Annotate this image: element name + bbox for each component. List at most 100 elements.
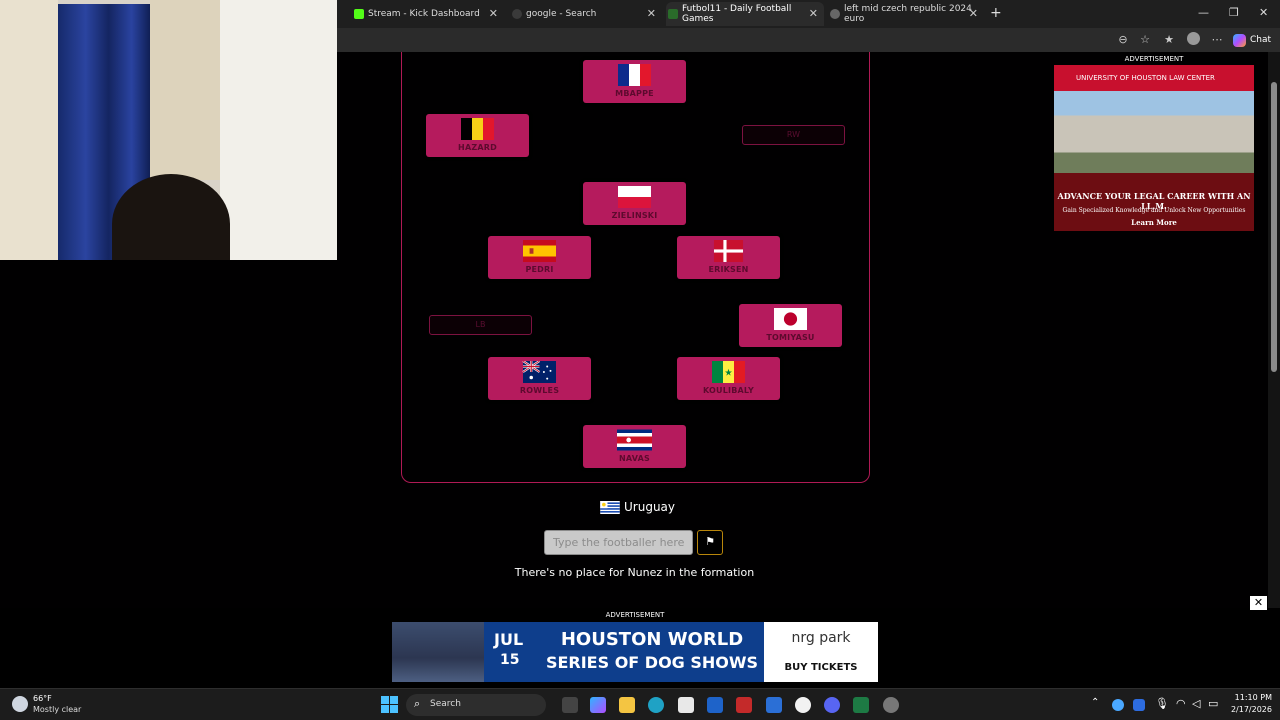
australia-flag-icon [522, 361, 556, 383]
battery-icon[interactable]: ▭ [1208, 697, 1218, 710]
building-image [1054, 91, 1254, 173]
discord-icon[interactable] [824, 697, 840, 713]
ad-cta: Learn More [1131, 218, 1177, 227]
close-tab-icon[interactable]: ✕ [489, 7, 498, 20]
page-scrollbar[interactable] [1268, 52, 1280, 608]
weather-widget[interactable]: 66°F Mostly clear [12, 693, 92, 717]
player-card-koulibaly: KOULIBALY [677, 357, 780, 400]
code-icon[interactable] [707, 697, 723, 713]
japan-flag-icon [774, 308, 807, 330]
player-name: ROWLES [519, 386, 560, 395]
taskbar-search-label: Search [430, 699, 461, 709]
plus-icon[interactable]: + [990, 5, 1002, 21]
player-card-rowles: ROWLES [488, 357, 591, 400]
windows-start-icon[interactable] [381, 696, 398, 713]
close-tab-icon[interactable]: ✕ [809, 7, 818, 20]
player-name: TOMIYASU [766, 333, 815, 342]
shield-app-icon[interactable] [736, 697, 752, 713]
tab-futbol11[interactable]: Futbol11 - Daily Football Games ✕ [666, 2, 824, 26]
window-light [220, 0, 337, 260]
profile-avatar-icon[interactable] [1185, 32, 1201, 48]
tray-app-icon-2[interactable] [1133, 699, 1145, 711]
tab-label: Stream - Kick Dashboard [368, 9, 480, 19]
ad-headline-2: SERIES OF DOG SHOWS [545, 653, 759, 672]
edge-browser-icon[interactable] [648, 697, 664, 713]
target-nation: Uruguay [600, 498, 675, 516]
france-flag-icon [618, 64, 651, 86]
player-name: PEDRI [525, 265, 554, 274]
close-tab-icon[interactable]: ✕ [969, 7, 978, 20]
player-name: ERIKSEN [708, 265, 749, 274]
player-name: NAVAS [619, 454, 650, 463]
excel-icon[interactable] [853, 697, 869, 713]
curtain-right [150, 0, 220, 180]
clock-date[interactable]: 2/17/2026 [1222, 705, 1272, 714]
more-options-icon[interactable]: ⋯ [1209, 32, 1225, 48]
footballer-search-input[interactable] [544, 530, 693, 555]
futbol11-favicon-icon [668, 9, 678, 19]
position-label: RW [786, 130, 801, 139]
tray-chevron-icon[interactable]: ⌃ [1091, 697, 1099, 708]
ad-label-right: ADVERTISEMENT [1124, 55, 1184, 63]
uruguay-flag-icon [600, 500, 620, 514]
mail-icon[interactable] [766, 697, 782, 713]
position-label: LB [475, 320, 486, 329]
close-ad-icon[interactable]: ✕ [1250, 596, 1267, 610]
minimize-icon[interactable]: — [1198, 6, 1209, 19]
feedback-message: There's no place for Nunez in the format… [514, 566, 755, 579]
nrg-park-logo: nrg park [791, 630, 851, 646]
microphone-icon[interactable]: 🎙 [1155, 697, 1169, 710]
copilot-icon[interactable] [590, 697, 606, 713]
chat-label: Chat [1250, 35, 1272, 45]
tab-google-search[interactable]: google - Search ✕ [510, 2, 662, 26]
tray-app-icon[interactable] [1112, 699, 1124, 711]
file-explorer-icon[interactable] [619, 697, 635, 713]
empty-slot-rw[interactable]: RW [742, 125, 845, 145]
nation-name: Uruguay [624, 500, 675, 514]
favorite-star-icon[interactable]: ☆ [1137, 32, 1153, 48]
empty-slot-lb[interactable]: LB [429, 315, 532, 335]
costa-rica-flag-icon [617, 429, 652, 451]
close-tab-icon[interactable]: ✕ [647, 7, 656, 20]
poland-flag-icon [618, 186, 651, 208]
store-icon[interactable] [678, 697, 694, 713]
search-icon: ⌕ [414, 697, 421, 710]
ad-subline: Gain Specialized Knowledge and Unlock Ne… [1062, 207, 1246, 214]
ad-headline-1: HOUSTON WORLD [560, 629, 744, 650]
player-card-tomiyasu: TOMIYASU [739, 304, 842, 347]
weather-temp: 66°F [33, 694, 52, 703]
player-card-zielinski: ZIELINSKI [583, 182, 686, 225]
ad-banner-right[interactable]: UNIVERSITY OF HOUSTON LAW CENTER ADVANCE… [1054, 65, 1254, 231]
ad-header: UNIVERSITY OF HOUSTON LAW CENTER [1054, 65, 1254, 91]
restore-icon[interactable]: ❐ [1229, 6, 1239, 19]
tab-kick-dashboard[interactable]: Stream - Kick Dashboard ✕ [352, 2, 504, 26]
give-up-flag-button[interactable]: ⚑ [697, 530, 723, 555]
player-card-eriksen: ERIKSEN [677, 236, 780, 279]
player-card-mbappe: MBAPPE [583, 60, 686, 103]
senegal-flag-icon [712, 361, 745, 383]
tab-left-mid-search[interactable]: left mid czech republic 2024 euro ✕ [828, 2, 984, 26]
wifi-icon[interactable]: ◠ [1176, 697, 1186, 710]
ad-date-day: 15 [500, 652, 520, 668]
taskbar: 66°F Mostly clear ⌕ Search ⌃ 🎙 ◠ ◁ ▭ 11:… [0, 688, 1280, 720]
close-window-icon[interactable]: ✕ [1259, 6, 1268, 19]
denmark-flag-icon [713, 240, 744, 262]
chrome-icon[interactable] [883, 697, 899, 713]
flag-icon: ⚑ [705, 535, 715, 548]
taskbar-search[interactable]: ⌕ Search [406, 694, 546, 716]
messaging-icon[interactable] [795, 697, 811, 713]
favorites-icon[interactable]: ★ [1161, 32, 1177, 48]
curtain-left [0, 0, 58, 260]
clock-time[interactable]: 11:10 PM [1226, 693, 1272, 702]
copilot-chat-button[interactable]: Chat [1233, 32, 1271, 48]
globe-favicon-icon [830, 9, 840, 19]
reader-mode-icon[interactable]: ⊖ [1115, 32, 1131, 48]
scrollbar-thumb[interactable] [1271, 82, 1277, 372]
task-view-icon[interactable] [562, 697, 578, 713]
volume-icon[interactable]: ◁ [1192, 697, 1200, 710]
player-card-navas: NAVAS [583, 425, 686, 468]
buy-tickets-button[interactable]: BUY TICKETS [764, 662, 878, 673]
ad-banner-bottom[interactable]: JUL 15 HOUSTON WORLD SERIES OF DOG SHOWS… [392, 622, 878, 682]
kick-favicon-icon [354, 9, 364, 19]
player-name: ZIELINSKI [611, 211, 658, 220]
